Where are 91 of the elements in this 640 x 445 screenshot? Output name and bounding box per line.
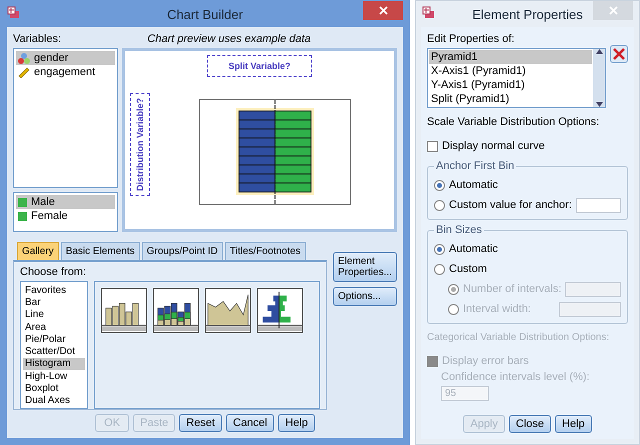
histogram-bar bbox=[238, 174, 275, 184]
radio-button[interactable] bbox=[434, 264, 445, 274]
category-item[interactable]: Male bbox=[16, 195, 115, 209]
radio-button[interactable] bbox=[448, 284, 459, 294]
delete-icon bbox=[613, 48, 626, 60]
dialog-button[interactable]: Cancel bbox=[226, 414, 274, 432]
dialog-button[interactable]: Reset bbox=[179, 414, 222, 432]
radio-label: Custom value for anchor: bbox=[449, 199, 572, 211]
chart-type-item[interactable]: Scatter/Dot bbox=[23, 345, 85, 358]
histogram-bar bbox=[238, 156, 275, 166]
variable-item[interactable]: engagement bbox=[16, 65, 115, 79]
scrollbar[interactable] bbox=[593, 49, 606, 107]
delete-button[interactable] bbox=[610, 45, 628, 63]
chart-type-item[interactable]: Line bbox=[23, 308, 85, 321]
dialog-button[interactable]: Element Properties... bbox=[333, 252, 397, 282]
radio-label: Interval width: bbox=[463, 303, 531, 315]
histogram-bar bbox=[238, 146, 275, 156]
window-title: Chart Builder bbox=[167, 6, 243, 22]
category-item[interactable]: Female bbox=[16, 209, 115, 223]
element-item[interactable]: X-Axis1 (Pyramid1) bbox=[429, 64, 592, 78]
area-chart-thumbnail[interactable] bbox=[205, 288, 251, 333]
dialog-button[interactable]: Help bbox=[278, 414, 315, 432]
app-icon bbox=[422, 6, 436, 20]
histogram-bar bbox=[238, 128, 275, 138]
radio-button[interactable] bbox=[434, 180, 445, 190]
histogram-bar bbox=[238, 138, 275, 148]
histogram-bar bbox=[274, 156, 311, 166]
down-arrow-icon bbox=[596, 102, 603, 107]
histogram-bar bbox=[274, 164, 311, 174]
checkbox-label: Display error bars bbox=[442, 355, 529, 367]
preview-caption: Chart preview uses example data bbox=[146, 33, 312, 45]
chart-type-item[interactable]: Favorites bbox=[23, 284, 85, 296]
radio-button[interactable] bbox=[448, 304, 459, 314]
tab[interactable]: Groups/Point ID bbox=[142, 242, 223, 260]
radio-button[interactable] bbox=[434, 244, 445, 254]
chart-type-item[interactable]: Dual Axes bbox=[23, 394, 85, 407]
checkbox[interactable] bbox=[427, 140, 438, 152]
tab[interactable]: Basic Elements bbox=[60, 242, 140, 260]
variable-item[interactable]: gender bbox=[16, 51, 115, 65]
element-item[interactable]: Split (Pyramid1) bbox=[429, 92, 592, 106]
close-icon bbox=[378, 6, 388, 15]
variables-label: Variables: bbox=[13, 33, 62, 45]
radio-label: Number of intervals: bbox=[463, 283, 562, 295]
histogram-bar bbox=[274, 182, 311, 192]
section-heading: Scale Variable Distribution Options: bbox=[427, 116, 600, 128]
choose-from-label: Choose from: bbox=[20, 266, 86, 278]
element-item[interactable]: Y-Axis1 (Pyramid1) bbox=[429, 78, 592, 92]
histogram-bar bbox=[238, 182, 275, 192]
close-icon bbox=[608, 6, 618, 15]
radio-button[interactable] bbox=[434, 200, 445, 210]
radio-label: Automatic bbox=[449, 179, 498, 191]
chart-type-item[interactable]: Histogram bbox=[23, 358, 85, 370]
section-heading: Categorical Variable Distribution Options: bbox=[427, 332, 610, 343]
histogram-bar bbox=[274, 128, 311, 138]
histogram-bar bbox=[238, 110, 275, 120]
nominal-variable-icon bbox=[18, 52, 30, 64]
dialog-button[interactable]: Close bbox=[508, 415, 552, 433]
histogram-bar bbox=[274, 110, 311, 120]
split-variable-drop-zone[interactable]: Split Variable? bbox=[207, 55, 312, 77]
chart-type-item[interactable]: Pie/Polar bbox=[23, 333, 85, 346]
chart-type-item[interactable]: High-Low bbox=[23, 370, 85, 382]
tab[interactable]: Gallery bbox=[17, 242, 59, 260]
bar-chart-thumbnail[interactable] bbox=[101, 288, 147, 333]
dialog-button[interactable]: Help bbox=[555, 415, 592, 433]
histogram-bar bbox=[274, 138, 311, 148]
chart-type-item[interactable]: Bar bbox=[23, 296, 85, 309]
group-title: Anchor First Bin bbox=[434, 160, 516, 172]
anchor-value-field[interactable] bbox=[576, 198, 621, 212]
confidence-label: Confidence intervals level (%): bbox=[440, 371, 591, 383]
group-title: Bin Sizes bbox=[434, 224, 484, 236]
histogram-bar bbox=[238, 164, 275, 174]
distribution-variable-drop-zone[interactable]: Distribution Variable? bbox=[130, 93, 150, 196]
element-item[interactable]: Pyramid1 bbox=[429, 50, 592, 64]
pyramid-chart-thumbnail[interactable] bbox=[257, 288, 303, 333]
chart-type-item[interactable]: Boxplot bbox=[23, 382, 85, 395]
up-arrow-icon bbox=[596, 49, 603, 54]
app-icon bbox=[7, 6, 21, 20]
dialog-button[interactable]: Options... bbox=[333, 287, 397, 306]
window-title: Element Properties bbox=[472, 6, 583, 22]
histogram-bar bbox=[274, 174, 311, 184]
radio-label: Custom bbox=[449, 263, 487, 275]
tab[interactable]: Titles/Footnotes bbox=[224, 242, 306, 260]
histogram-bar bbox=[274, 120, 311, 130]
close-button[interactable] bbox=[363, 1, 403, 20]
histogram-bar bbox=[238, 120, 275, 130]
radio-label: Automatic bbox=[449, 243, 498, 255]
stacked-chart-thumbnail[interactable] bbox=[153, 288, 199, 333]
chart-type-item[interactable]: Area bbox=[23, 320, 85, 334]
histogram-bar bbox=[274, 146, 311, 156]
checkbox-label: Display normal curve bbox=[442, 140, 545, 152]
edit-properties-label: Edit Properties of: bbox=[427, 33, 516, 45]
